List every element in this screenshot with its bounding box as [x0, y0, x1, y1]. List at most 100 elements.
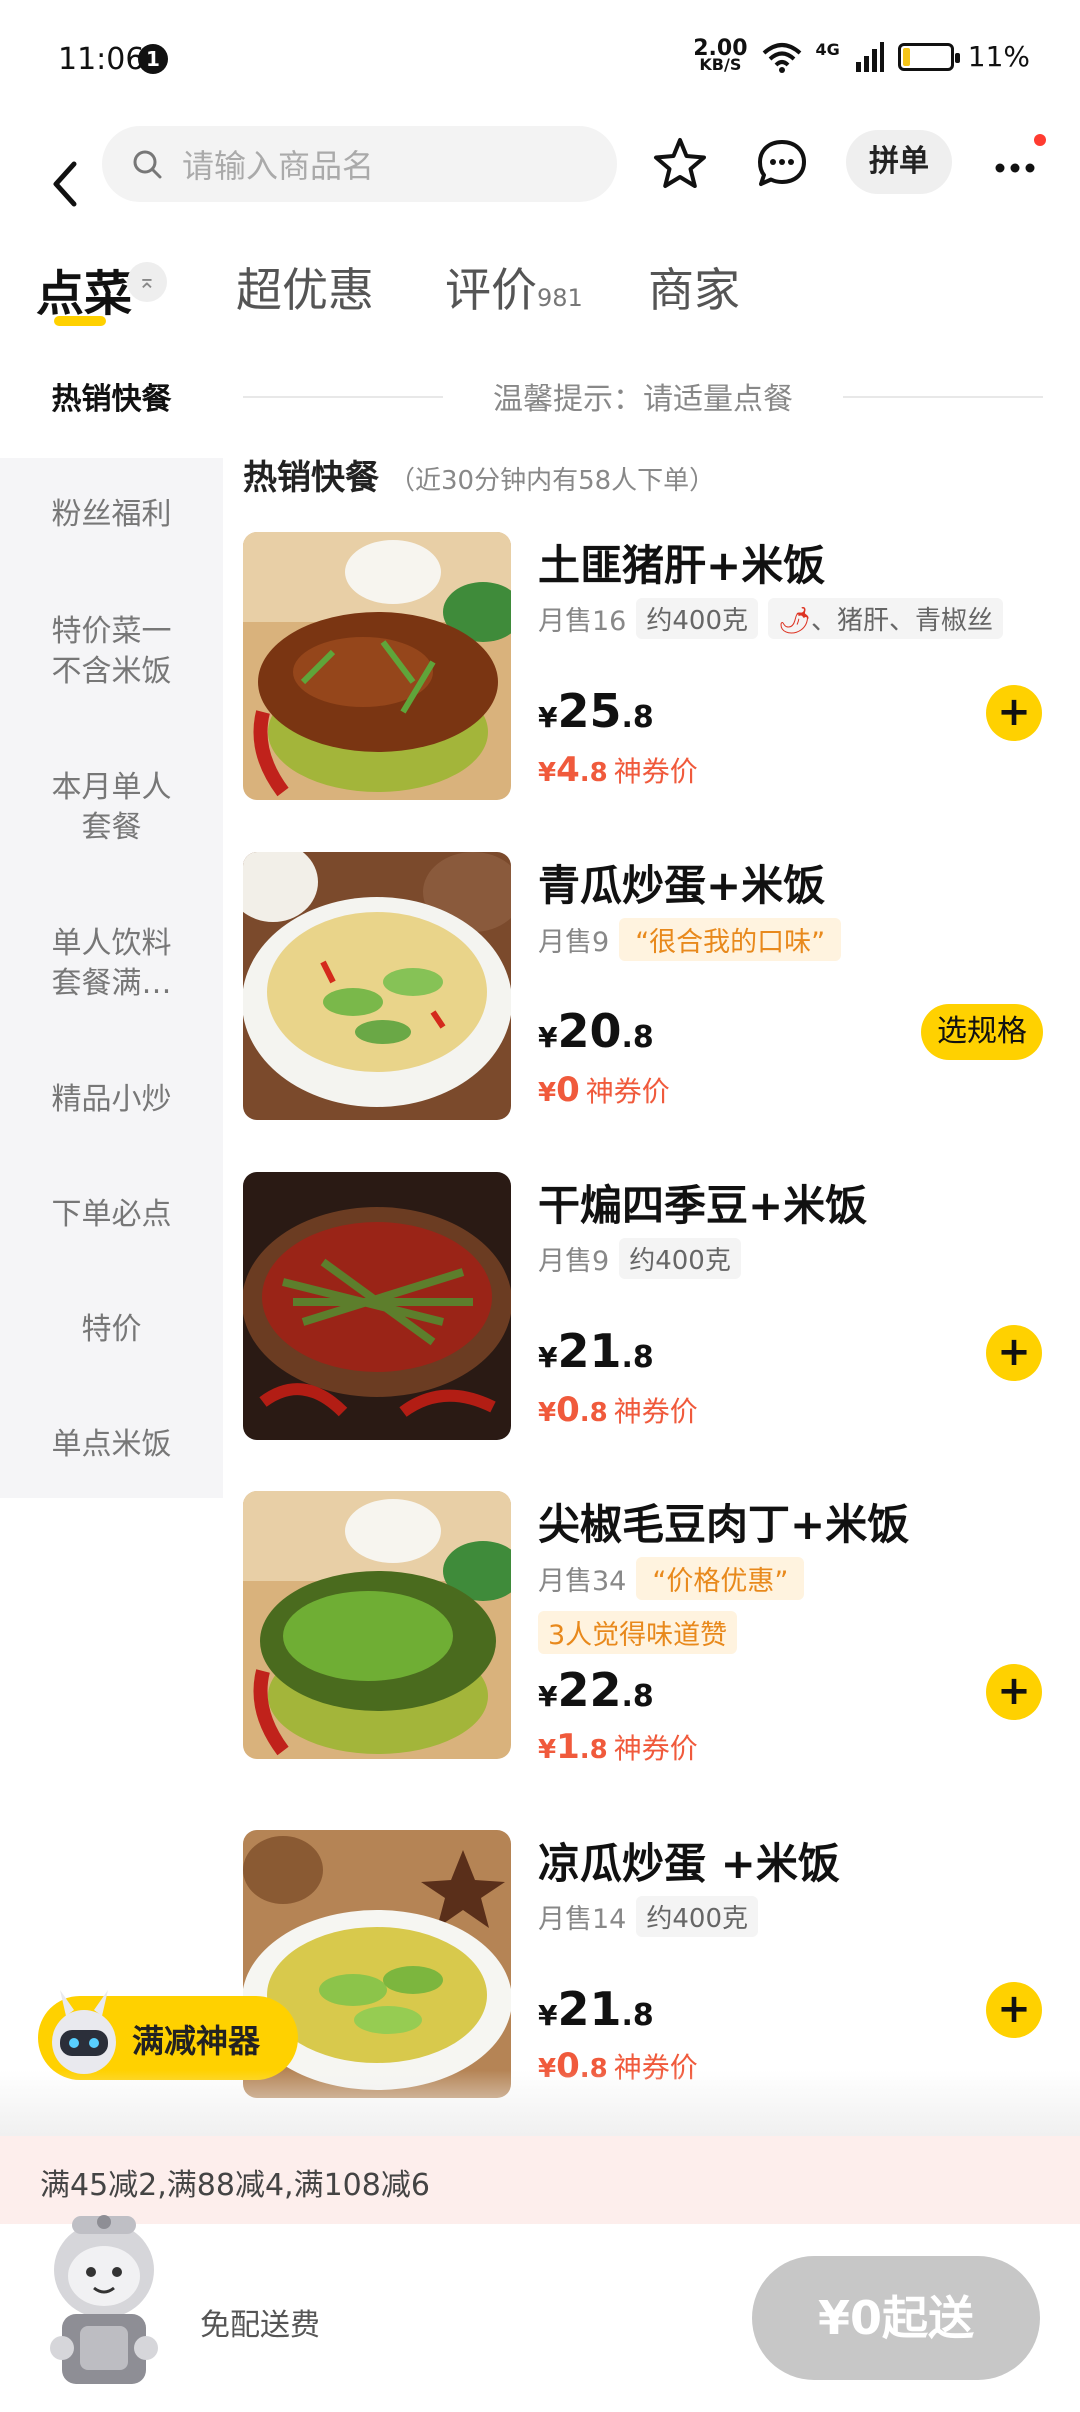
add-button[interactable]: + [986, 1664, 1042, 1720]
item-meta: 月售9 约400克 [538, 1238, 741, 1279]
add-button[interactable]: + [986, 1982, 1042, 2038]
currency-symbol: ¥ [538, 758, 557, 788]
food-image [243, 1172, 511, 1440]
item-sales: 月售9 [538, 1246, 610, 1277]
discount-helper-button[interactable]: 满减神器 [38, 1990, 298, 2080]
item-review-quote: “很合我的口味” [619, 918, 842, 961]
tab-merchant[interactable]: 商家 [648, 254, 740, 320]
item-name: 凉瓜炒蛋 +米饭 [538, 1839, 840, 1888]
sidebar-item-hot[interactable]: 热销快餐 [0, 340, 223, 458]
price-dec: .8 [621, 1998, 654, 2033]
item-meta: 月售14 约400克 [538, 1896, 758, 1937]
coupon-label: 神券价 [613, 1395, 698, 1428]
delivery-fee-text: 免配送费 [200, 2308, 320, 2343]
price-int: 21 [557, 1982, 622, 2036]
currency-symbol: ¥ [538, 1021, 558, 1054]
menu-item[interactable]: 凉瓜炒蛋 +米饭 月售14 约400克 ¥21.8 ¥0.8 神券价 + [243, 1830, 1043, 2100]
sidebar-item-stirfry[interactable]: 精品小炒 [0, 1080, 223, 1120]
food-image [243, 532, 511, 800]
item-price: ¥20.8 [538, 1004, 654, 1058]
sidebar-item-special[interactable]: 特价菜一 不含米饭 [0, 612, 223, 692]
price-dec: .8 [621, 700, 654, 735]
notification-badge: 1 [138, 44, 168, 74]
price-int: 21 [557, 1324, 622, 1378]
coupon-label: 神券价 [585, 1075, 670, 1108]
item-sales: 月售9 [538, 927, 610, 958]
coupon-int: 4 [556, 750, 580, 790]
collapse-icon[interactable]: ⌅ [127, 262, 167, 302]
coupon-dec: .8 [579, 1398, 608, 1428]
add-button[interactable]: + [986, 685, 1042, 741]
menu-item[interactable]: 青瓜炒蛋+米饭 月售9 “很合我的口味” ¥20.8 ¥0 神券价 选规格 [243, 852, 1043, 1122]
sidebar-item-drink[interactable]: 单人饮料 套餐满… [0, 924, 223, 1004]
item-name: 尖椒毛豆肉丁+米饭 [538, 1500, 910, 1549]
sidebar-item-fan[interactable]: 粉丝福利 [0, 495, 223, 535]
tab-reviews-label: 评价 [445, 263, 537, 317]
price-dec: .8 [621, 1340, 654, 1375]
category-sidebar: 热销快餐 粉丝福利 特价菜一 不含米饭 本月单人 套餐 单人饮料 套餐满… 精品… [0, 340, 223, 1500]
currency-symbol: ¥ [538, 1398, 557, 1428]
tab-order[interactable]: 点菜 [36, 254, 132, 324]
item-meta: 月售34 “价格优惠” [538, 1557, 805, 1600]
group-order-button[interactable]: 拼单 [846, 130, 952, 194]
currency-symbol: ¥ [538, 1735, 557, 1765]
status-time: 11:06 [58, 42, 145, 77]
net-speed: 2.00 KB/S [693, 37, 747, 73]
currency-symbol: ¥ [538, 1078, 557, 1108]
battery-level: 11% [967, 40, 1030, 73]
promo-fade [0, 2070, 1080, 2136]
item-praise-badge: 3人觉得味道赞 [538, 1611, 738, 1654]
section-title-text: 热销快餐 [243, 458, 379, 498]
price-dec: .8 [621, 1679, 654, 1714]
back-icon[interactable] [44, 144, 88, 224]
sidebar-item-monthly[interactable]: 本月单人 套餐 [0, 768, 223, 848]
tip-divider-left [243, 396, 443, 398]
cart-bar: 免配送费 ¥0起送 [0, 2215, 1080, 2412]
item-sales: 月售16 [538, 606, 627, 637]
sidebar-item-must[interactable]: 下单必点 [0, 1195, 223, 1235]
currency-symbol: ¥ [538, 1999, 558, 2032]
menu-item[interactable]: 土匪猪肝+米饭 月售16 约400克 🌶、猪肝、青椒丝 ¥25.8 ¥4.8 神券… [243, 532, 1043, 802]
tab-deals[interactable]: 超优惠 [236, 254, 374, 320]
search-icon [133, 150, 162, 179]
item-coupon-price: ¥0 神券价 [538, 1070, 670, 1110]
battery-icon [897, 42, 960, 71]
coupon-dec: .8 [579, 758, 608, 788]
search-input[interactable]: 请输入商品名 [102, 126, 617, 202]
coupon-int: 0 [556, 1390, 580, 1430]
item-sales: 月售14 [538, 1904, 627, 1935]
select-spec-button[interactable]: 选规格 [921, 1004, 1043, 1060]
item-price: ¥25.8 [538, 684, 654, 738]
item-coupon-price: ¥1.8 神券价 [538, 1727, 698, 1767]
review-count: 981 [537, 284, 583, 312]
status-right: 2.00 KB/S 4G 11% [693, 37, 1030, 73]
item-coupon-price: ¥0.8 神券价 [538, 1390, 698, 1430]
food-image [243, 852, 511, 1120]
price-dec: .8 [621, 1020, 654, 1055]
item-weight: 约400克 [619, 1238, 741, 1279]
coupon-label: 神券价 [613, 755, 698, 788]
message-icon[interactable] [752, 134, 812, 194]
sidebar-item-sale[interactable]: 特价 [0, 1310, 223, 1350]
menu-item[interactable]: 尖椒毛豆肉丁+米饭 月售34 “价格优惠” 3人觉得味道赞 ¥22.8 ¥1.8… [243, 1491, 1043, 1767]
network-type: 4G [815, 40, 840, 59]
item-price: ¥21.8 [538, 1982, 654, 2036]
cart-robot-icon[interactable] [34, 2210, 174, 2390]
sidebar-item-rice[interactable]: 单点米饭 [0, 1425, 223, 1465]
tab-reviews[interactable]: 评价981 [445, 254, 583, 320]
item-weight: 约400克 [636, 1896, 758, 1937]
currency-symbol: ¥ [538, 701, 558, 734]
discount-helper-label: 满减神器 [132, 2022, 261, 2060]
tip-text: 温馨提示：请适量点餐 [493, 382, 793, 417]
signal-icon [855, 41, 884, 72]
menu-item[interactable]: 干煸四季豆+米饭 月售9 约400克 ¥21.8 ¥0.8 神券价 + [243, 1172, 1043, 1442]
section-title: 热销快餐 （近30分钟内有58人下单） [243, 450, 715, 499]
item-tags: 🌶、猪肝、青椒丝 [768, 598, 1004, 639]
price-int: 25 [557, 684, 622, 738]
star-icon[interactable] [650, 134, 710, 194]
checkout-button[interactable]: ¥0起送 [752, 2256, 1040, 2380]
red-dot-badge [1034, 134, 1046, 146]
currency-symbol: ¥ [538, 1341, 558, 1374]
add-button[interactable]: + [986, 1325, 1042, 1381]
coupon-dec: .8 [579, 1735, 608, 1765]
